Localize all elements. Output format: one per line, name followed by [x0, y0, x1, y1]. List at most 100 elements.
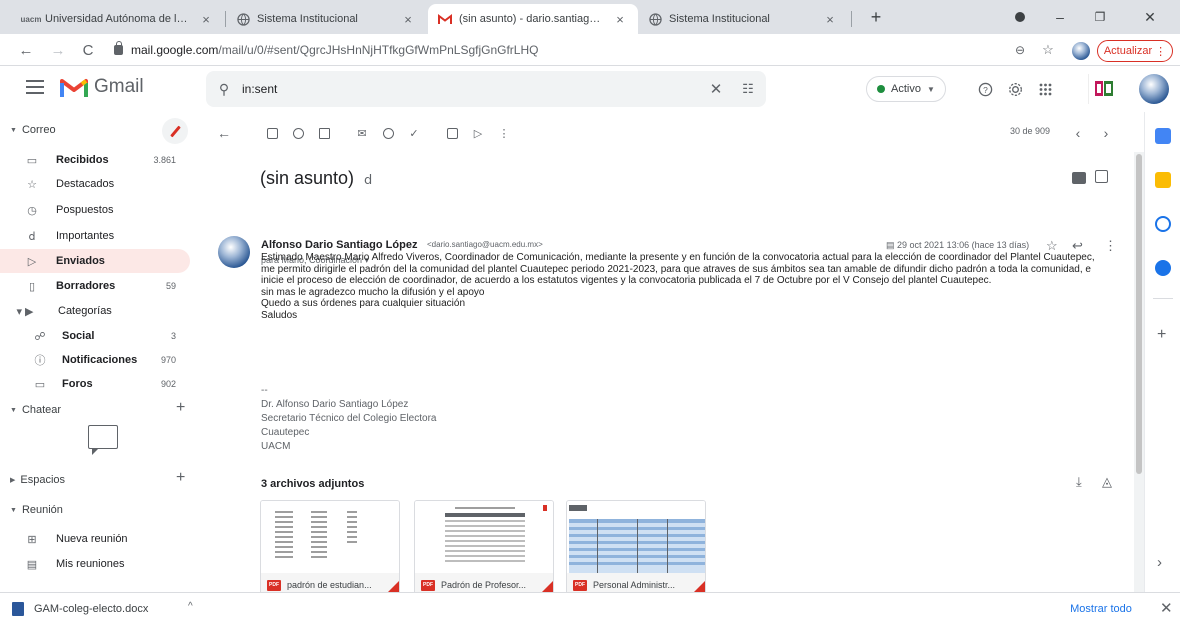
my-meetings-item[interactable]: ▤ Mis reuniones: [0, 552, 190, 576]
back-to-list-icon[interactable]: ←: [216, 125, 232, 141]
sidebar-item-borradores[interactable]: ▯ Borradores 59: [0, 274, 190, 298]
sidebar-item-foros[interactable]: ▭ Foros 902: [0, 372, 190, 396]
attachment-card[interactable]: PDF Padrón de Profesor...: [414, 500, 554, 592]
keep-app-icon[interactable]: [1155, 172, 1171, 188]
older-chevron-icon[interactable]: ›: [1098, 125, 1114, 141]
new-tab-button[interactable]: +: [856, 4, 896, 30]
important-marker-icon[interactable]: ⅾ: [364, 172, 372, 188]
draft-icon: ▯: [28, 280, 36, 293]
sidebar-item-pospuestos[interactable]: ◷ Pospuestos: [0, 198, 190, 222]
sidebar-item-recibidos[interactable]: ▭ Recibidos 3.861: [0, 148, 190, 172]
mail-section-toggle[interactable]: ▼ Correo: [10, 124, 56, 136]
close-tab-icon[interactable]: ×: [400, 12, 416, 27]
search-input[interactable]: in:sent: [242, 82, 702, 96]
settings-gear-icon[interactable]: [1004, 78, 1026, 100]
forward-button[interactable]: →: [46, 38, 70, 62]
archive-icon[interactable]: [264, 125, 280, 141]
main-menu-button[interactable]: [26, 80, 44, 94]
url-path: /mail/u/0/#sent/QgrcJHsHnNjHTfkgGfWmPnLS…: [218, 43, 539, 57]
reload-button[interactable]: C: [76, 38, 100, 62]
newer-chevron-icon[interactable]: ‹: [1070, 125, 1086, 141]
close-tab-icon[interactable]: ×: [198, 12, 214, 27]
collapse-icon: ▼: [10, 506, 17, 514]
delete-icon[interactable]: [316, 125, 332, 141]
browser-tab-bar: uacm Universidad Autónoma de la Ciu × Si…: [0, 0, 1180, 34]
more-options-icon[interactable]: ⋮: [496, 125, 512, 141]
close-window-button[interactable]: ✕: [1130, 4, 1170, 30]
browser-tab-gmail[interactable]: (sin asunto) - dario.santiago@ua ×: [428, 4, 638, 34]
signature: -- Dr. Alfonso Dario Santiago López Secr…: [261, 384, 436, 454]
save-to-drive-icon[interactable]: ◬: [1102, 474, 1112, 490]
browser-tab-sistema-2[interactable]: Sistema Institucional ×: [638, 4, 848, 34]
chat-section-toggle[interactable]: ▼ Chatear: [10, 404, 61, 416]
minimize-button[interactable]: –: [1040, 4, 1080, 30]
attachment-card[interactable]: PDF Personal Administr...: [566, 500, 706, 592]
bookmark-star-icon[interactable]: ☆: [1036, 38, 1060, 62]
close-tab-icon[interactable]: ×: [822, 12, 838, 27]
browser-tab-uacm[interactable]: uacm Universidad Autónoma de la Ciu ×: [14, 4, 224, 34]
get-addons-plus-icon[interactable]: +: [1157, 326, 1166, 344]
add-task-icon[interactable]: ✓: [406, 125, 422, 141]
sidebar-item-notificaciones[interactable]: ⓘ Notificaciones 970: [0, 348, 190, 372]
body-line: sin mas le agradezco mucho la difusión y…: [261, 286, 485, 298]
svg-text:?: ?: [983, 84, 988, 94]
people-icon: ☍: [34, 330, 46, 343]
compose-button[interactable]: [162, 118, 188, 144]
tab-search-button[interactable]: [1000, 4, 1040, 30]
open-new-window-icon[interactable]: [1095, 170, 1108, 183]
print-icon[interactable]: [1072, 172, 1086, 184]
scrollbar-thumb[interactable]: [1136, 154, 1142, 474]
show-side-panel-chevron-icon[interactable]: ›: [1157, 554, 1162, 571]
start-chat-plus-icon[interactable]: +: [176, 399, 185, 417]
close-tab-icon[interactable]: ×: [612, 12, 628, 27]
organization-logo[interactable]: [1088, 74, 1118, 104]
sidebar-item-categorias[interactable]: ▾ ▶ Categorías: [0, 299, 190, 323]
url-field[interactable]: mail.google.com/mail/u/0/#sent/QgrcJHsHn…: [110, 38, 990, 62]
new-meeting-item[interactable]: ⊞ Nueva reunión: [0, 527, 190, 551]
meet-section-toggle[interactable]: ▼ Reunión: [10, 504, 63, 516]
clear-search-icon[interactable]: ✕: [702, 80, 730, 98]
sidebar-item-label: Notificaciones: [62, 354, 138, 366]
download-all-icon[interactable]: ⤓: [1076, 474, 1082, 490]
search-bar[interactable]: ⚲ in:sent ✕ ☷: [206, 71, 766, 107]
update-button[interactable]: Actualizar ⋮: [1097, 40, 1173, 62]
tasks-app-icon[interactable]: [1155, 216, 1171, 232]
show-all-button[interactable]: Mostrar todo: [1063, 598, 1139, 620]
attachment-card[interactable]: PDF padrón de estudian...: [260, 500, 400, 592]
sidebar-item-label: Enviados: [56, 255, 105, 267]
sidebar-item-importantes[interactable]: ⅾ Importantes: [0, 224, 190, 248]
status-dropdown[interactable]: Activo ▼: [866, 76, 946, 102]
contacts-app-icon[interactable]: [1155, 260, 1171, 276]
label-as-icon[interactable]: ▷: [470, 125, 486, 141]
gmail-icon: [438, 12, 452, 26]
sender-name[interactable]: Alfonso Dario Santiago López: [261, 239, 417, 251]
sidebar-item-destacados[interactable]: ☆ Destacados: [0, 172, 190, 196]
back-button[interactable]: ←: [14, 38, 38, 62]
download-file-name[interactable]: GAM-coleg-electo.docx: [34, 603, 148, 615]
gmail-logo[interactable]: Gmail: [60, 76, 144, 98]
mark-unread-icon[interactable]: ✉: [354, 125, 370, 141]
report-spam-icon[interactable]: [290, 125, 306, 141]
profile-avatar[interactable]: [1072, 42, 1090, 60]
calendar-app-icon[interactable]: [1155, 128, 1171, 144]
uacm-icon: uacm: [20, 14, 42, 24]
add-space-plus-icon[interactable]: +: [176, 469, 185, 487]
close-download-bar-icon[interactable]: ✕: [1160, 599, 1173, 617]
browser-tab-sistema-1[interactable]: Sistema Institucional ×: [226, 4, 426, 34]
account-avatar[interactable]: [1139, 74, 1169, 104]
spaces-section-label: Espacios: [20, 474, 66, 486]
sidebar-item-enviados[interactable]: ▷ Enviados: [0, 249, 190, 273]
snooze-icon[interactable]: [380, 125, 396, 141]
sender-avatar[interactable]: [218, 236, 250, 268]
restore-button[interactable]: ❐: [1080, 4, 1120, 30]
chevron-up-icon[interactable]: ^: [188, 601, 193, 612]
signature-line: Dr. Alfonso Dario Santiago López: [261, 399, 409, 410]
sidebar-item-social[interactable]: ☍ Social 3: [0, 324, 190, 348]
help-icon[interactable]: ?: [974, 78, 996, 100]
apps-grid-icon[interactable]: [1034, 78, 1056, 100]
spaces-section-toggle[interactable]: ▶ Espacios: [10, 474, 65, 486]
zoom-icon[interactable]: ⊖: [1008, 38, 1032, 62]
search-icon[interactable]: ⚲: [206, 81, 242, 98]
search-options-icon[interactable]: ☷: [730, 81, 766, 97]
move-to-icon[interactable]: [444, 125, 460, 141]
